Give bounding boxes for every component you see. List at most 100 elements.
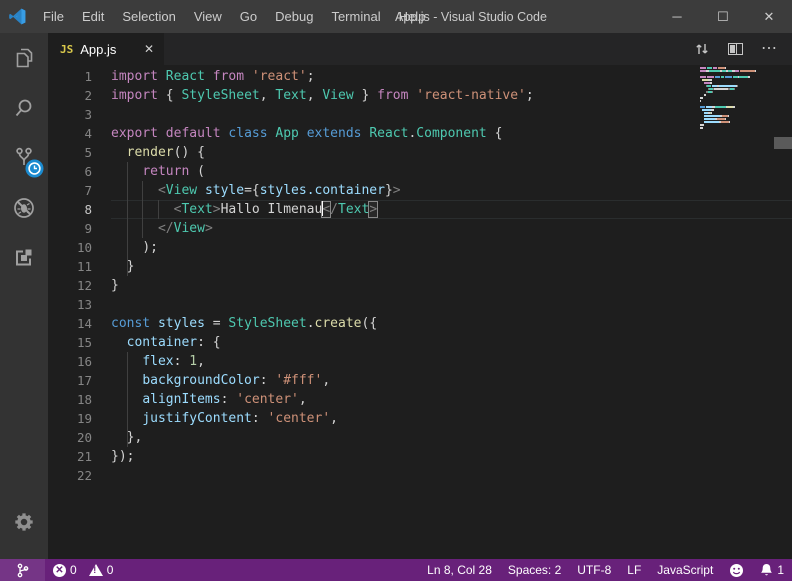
line-number: 21 xyxy=(48,447,92,466)
javascript-file-icon: JS xyxy=(60,43,73,56)
line-number: 20 xyxy=(48,428,92,447)
code-line-8[interactable]: 8 <Text>Hallo Ilmenau</Text> xyxy=(48,200,792,219)
more-actions-icon[interactable]: ⋯ xyxy=(761,44,778,54)
indent-guide xyxy=(127,428,128,447)
line-number: 6 xyxy=(48,162,92,181)
code-line-5[interactable]: 5 render() { xyxy=(48,143,792,162)
code-line-12[interactable]: 12} xyxy=(48,276,792,295)
code-line-13[interactable]: 13 xyxy=(48,295,792,314)
line-number: 18 xyxy=(48,390,92,409)
code-line-1[interactable]: 1import React from 'react'; xyxy=(48,67,792,86)
indent-guide xyxy=(127,181,128,200)
indent-guide xyxy=(127,200,128,219)
explorer-icon[interactable] xyxy=(0,33,48,83)
indent-guide xyxy=(127,257,128,276)
code-line-10[interactable]: 10 ); xyxy=(48,238,792,257)
git-branch-indicator[interactable] xyxy=(0,559,45,581)
tab-close-icon[interactable]: ✕ xyxy=(122,42,154,56)
code-line-18[interactable]: 18 alignItems: 'center', xyxy=(48,390,792,409)
code-line-17[interactable]: 17 backgroundColor: '#fff', xyxy=(48,371,792,390)
line-number: 13 xyxy=(48,295,92,314)
line-number: 14 xyxy=(48,314,92,333)
code-line-20[interactable]: 20 }, xyxy=(48,428,792,447)
indent-guide xyxy=(127,219,128,238)
notifications-bell[interactable]: 1 xyxy=(752,559,792,581)
scm-progress-clock-badge xyxy=(25,159,44,178)
menu-terminal[interactable]: Terminal xyxy=(322,0,389,33)
line-number: 8 xyxy=(48,200,92,219)
indent-guide xyxy=(142,200,143,219)
warnings-count: 0 xyxy=(107,563,114,577)
code-line-9[interactable]: 9 </View> xyxy=(48,219,792,238)
line-number: 12 xyxy=(48,276,92,295)
code-line-19[interactable]: 19 justifyContent: 'center', xyxy=(48,409,792,428)
open-changes-icon[interactable] xyxy=(694,41,710,57)
search-icon[interactable] xyxy=(0,83,48,133)
close-button[interactable]: ✕ xyxy=(746,0,792,33)
text-cursor xyxy=(322,201,324,216)
minimize-button[interactable]: ─ xyxy=(654,0,700,33)
code-line-16[interactable]: 16 flex: 1, xyxy=(48,352,792,371)
line-number: 22 xyxy=(48,466,92,485)
line-number: 15 xyxy=(48,333,92,352)
code-line-15[interactable]: 15 container: { xyxy=(48,333,792,352)
code-line-7[interactable]: 7 <View style={styles.container}> xyxy=(48,181,792,200)
manage-gear-icon[interactable] xyxy=(0,497,48,547)
line-number: 9 xyxy=(48,219,92,238)
line-number: 11 xyxy=(48,257,92,276)
split-editor-icon[interactable] xyxy=(728,43,743,55)
extensions-icon[interactable] xyxy=(0,233,48,283)
vscode-window: FileEditSelectionViewGoDebugTerminalHelp… xyxy=(0,0,792,581)
source-control-icon[interactable] xyxy=(0,133,48,183)
menu-debug[interactable]: Debug xyxy=(266,0,322,33)
code-line-6[interactable]: 6 return ( xyxy=(48,162,792,181)
line-number: 19 xyxy=(48,409,92,428)
code-line-2[interactable]: 2import { StyleSheet, Text, View } from … xyxy=(48,86,792,105)
code-line-22[interactable]: 22 xyxy=(48,466,792,485)
cursor-position[interactable]: Ln 8, Col 28 xyxy=(419,559,500,581)
indent-guide xyxy=(127,238,128,257)
line-number: 5 xyxy=(48,143,92,162)
title-bar: FileEditSelectionViewGoDebugTerminalHelp… xyxy=(0,0,792,33)
menu-selection[interactable]: Selection xyxy=(113,0,184,33)
code-line-4[interactable]: 4export default class App extends React.… xyxy=(48,124,792,143)
indent-guide xyxy=(127,409,128,428)
menu-view[interactable]: View xyxy=(185,0,231,33)
menu-file[interactable]: File xyxy=(34,0,73,33)
code-line-21[interactable]: 21}); xyxy=(48,447,792,466)
feedback-smiley-icon[interactable] xyxy=(721,559,752,581)
notifications-count: 1 xyxy=(777,563,784,577)
menubar: FileEditSelectionViewGoDebugTerminalHelp xyxy=(34,0,434,33)
code-line-11[interactable]: 11 } xyxy=(48,257,792,276)
indent-guide xyxy=(127,390,128,409)
errors-icon: ✕ xyxy=(53,564,66,577)
indentation-setting[interactable]: Spaces: 2 xyxy=(500,559,569,581)
menu-help[interactable]: Help xyxy=(390,0,435,33)
menu-go[interactable]: Go xyxy=(231,0,266,33)
tab-bar: JS App.js ✕ ⋯ xyxy=(48,33,792,65)
indent-guide xyxy=(158,200,159,219)
debug-icon[interactable] xyxy=(0,183,48,233)
code-line-3[interactable]: 3 xyxy=(48,105,792,124)
encoding-setting[interactable]: UTF-8 xyxy=(569,559,619,581)
errors-count: 0 xyxy=(70,563,77,577)
line-number: 2 xyxy=(48,86,92,105)
scrollbar[interactable] xyxy=(778,65,792,559)
line-number: 10 xyxy=(48,238,92,257)
indent-guide xyxy=(127,352,128,371)
tab-label: App.js xyxy=(80,42,116,57)
tab-appjs[interactable]: JS App.js ✕ xyxy=(48,33,164,65)
maximize-button[interactable]: ☐ xyxy=(700,0,746,33)
language-mode[interactable]: JavaScript xyxy=(649,559,721,581)
vscode-logo-icon xyxy=(0,7,34,26)
problems-indicator[interactable]: ✕ 0 0 xyxy=(45,559,121,581)
line-number: 1 xyxy=(48,67,92,86)
code-line-14[interactable]: 14const styles = StyleSheet.create({ xyxy=(48,314,792,333)
code-editor[interactable]: 1import React from 'react';2import { Sty… xyxy=(48,65,792,559)
window-controls: ─ ☐ ✕ xyxy=(654,0,792,33)
eol-setting[interactable]: LF xyxy=(619,559,649,581)
menu-edit[interactable]: Edit xyxy=(73,0,113,33)
minimap[interactable] xyxy=(700,67,766,133)
line-number: 16 xyxy=(48,352,92,371)
activity-bar xyxy=(0,33,48,559)
